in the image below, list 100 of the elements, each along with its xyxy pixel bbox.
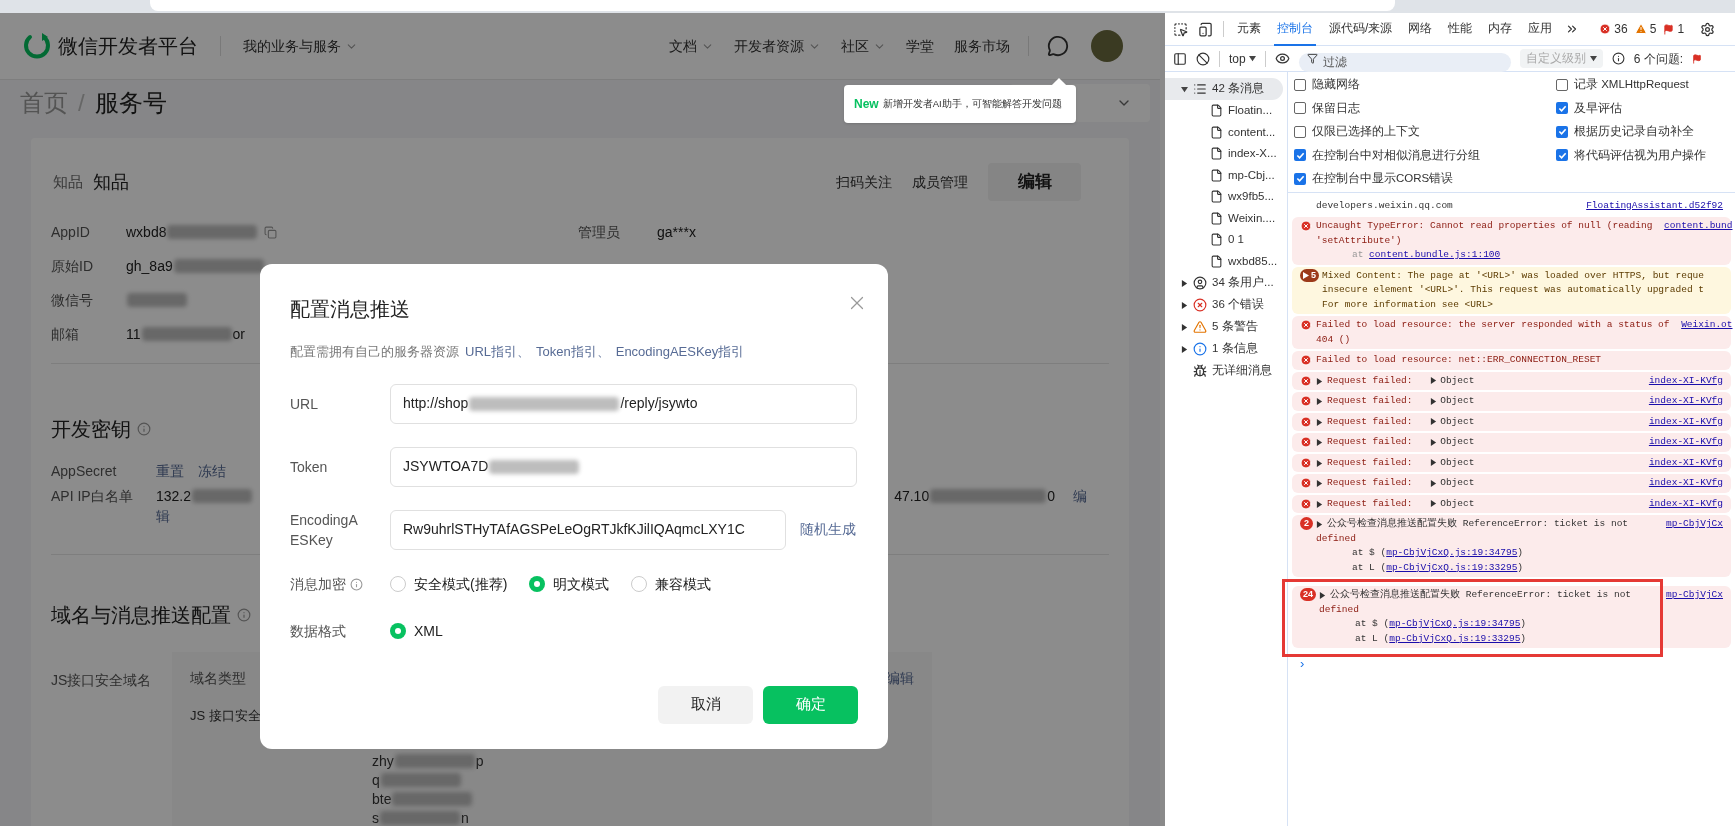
checkbox[interactable] [1294,149,1306,162]
devtools-tab[interactable]: 性能 [1445,13,1476,46]
collapsed-arrow-icon[interactable] [1316,480,1323,487]
radio-button[interactable] [390,576,406,592]
warning-count[interactable]: 5 [1649,20,1657,38]
error-count[interactable]: 36 [1614,20,1628,38]
sidebar-toggle-icon[interactable] [1173,51,1187,66]
expanded-arrow-icon[interactable] [1181,85,1188,93]
radio-button[interactable] [631,576,648,592]
sidebar-item[interactable]: 34 条用户... [1165,272,1283,294]
sidebar-file-item[interactable]: wx9fb5... [1165,186,1287,208]
source-link[interactable]: index-XI-KVfg [1648,414,1723,429]
devtools-tab[interactable]: 元素 [1234,13,1264,46]
guide-link[interactable]: EncodingAESKey指引 [615,342,745,362]
context-select[interactable]: top [1229,49,1256,68]
sidebar-file-item[interactable]: index-X... [1165,143,1287,165]
stack-link[interactable]: mp-CbjVjCxQ.js:19:33295 [1389,631,1521,646]
collapsed-arrow-icon[interactable] [1430,438,1438,446]
info-icon[interactable] [1611,52,1625,65]
collapsed-arrow-icon[interactable] [1181,279,1188,287]
nav-link[interactable]: 开发者资源 [734,35,821,57]
expanded-arrow-icon[interactable] [1248,55,1256,62]
generate-link[interactable]: 随机生成 [800,519,856,540]
input-field[interactable]: JSYWTOA7D [390,446,857,487]
collapsed-arrow-icon[interactable] [1316,521,1323,528]
source-link[interactable]: index-XI-KVfg [1648,394,1723,409]
collapsed-arrow-icon[interactable] [1430,418,1438,426]
avatar[interactable] [1091,30,1123,62]
settings-icon[interactable] [1700,21,1716,37]
nav-link[interactable]: 文档 [669,35,714,57]
edit-link[interactable]: 辑 [156,506,254,526]
collapsed-arrow-icon[interactable] [1430,479,1438,487]
secret-action-link[interactable]: 重置 [156,460,184,482]
device-icon[interactable] [1198,21,1213,37]
sidebar-file-item[interactable]: 0 1 [1165,229,1287,251]
filter-field[interactable]: 过滤 [1298,52,1511,72]
radio-button[interactable] [390,623,406,639]
nav-link[interactable]: 服务市场 [954,35,1010,57]
input-field[interactable]: http://shop /reply/jsywto [390,383,857,424]
sidebar-item[interactable]: 5 条警告 [1165,316,1283,338]
collapsed-arrow-icon[interactable] [1181,301,1188,309]
source-link[interactable]: FloatingAssistant.d52f92 [1586,198,1723,213]
collapsed-arrow-icon[interactable] [1316,418,1323,426]
source-link[interactable]: content.bund [1664,219,1733,234]
object-text[interactable]: Object [1440,496,1475,511]
checkbox[interactable] [1556,125,1568,138]
sidebar-file-item[interactable]: wxbd85... [1165,250,1287,272]
checkbox[interactable] [1294,102,1306,115]
stack-link[interactable]: content.bundle.js:1:100 [1369,248,1501,263]
business-menu[interactable]: 我的业务与服务 [243,35,358,57]
expanded-arrow-icon[interactable] [1589,55,1597,62]
collapsed-arrow-icon[interactable] [1430,397,1438,405]
guide-link[interactable]: URL指引、 [465,342,530,362]
devtools-tab[interactable]: 网络 [1405,13,1436,46]
collapsed-arrow-icon[interactable] [1316,459,1323,467]
source-link[interactable]: index-XI-KVfg [1648,496,1723,511]
collapsed-arrow-icon[interactable] [1316,377,1323,385]
stack-link[interactable]: mp-CbjVjCxQ.js:19:33295 [1386,560,1518,575]
clear-icon[interactable] [1196,51,1210,66]
nav-link[interactable]: 学堂 [906,35,934,57]
sidebar-file-item[interactable]: mp-Cbj... [1165,164,1287,186]
devtools-tab[interactable]: 控制台 [1274,13,1316,46]
checkbox[interactable] [1556,102,1568,115]
source-link[interactable]: index-XI-KVfg [1648,435,1723,450]
inspect-icon[interactable] [1173,21,1188,37]
eye-icon[interactable] [1274,51,1290,66]
object-text[interactable]: Object [1440,414,1475,429]
devtools-tab[interactable]: 内存 [1485,13,1516,46]
sidebar-file-item[interactable]: Floatin... [1165,100,1287,122]
input-field[interactable]: Rw9uhrlSTHyTAfAGSPeLeOgRTJkfKJilIQAqmcLXY1C [390,509,786,550]
collapsed-arrow-icon[interactable] [1430,377,1438,385]
checkbox[interactable] [1556,149,1568,162]
checkbox[interactable] [1556,78,1568,91]
chat-icon[interactable] [1047,35,1069,57]
object-text[interactable]: Object [1440,435,1475,450]
object-text[interactable]: Object [1440,373,1475,388]
account-action-link[interactable]: 成员管理 [912,171,968,193]
collapsed-arrow-icon[interactable] [1430,459,1438,467]
cancel-button[interactable]: 取消 [658,685,753,724]
issues-label[interactable]: 6 个问题: [1633,49,1684,68]
devtools-tab[interactable]: 应用 [1525,13,1556,46]
account-action-link[interactable]: 扫码关注 [836,171,892,193]
stack-link[interactable]: mp-CbjVjCxQ.js:19:34795 [1389,617,1521,632]
console-prompt[interactable]: › [1288,654,1305,674]
sidebar-item[interactable]: 无详细消息 [1165,360,1283,382]
collapsed-arrow-icon[interactable] [1316,398,1323,405]
source-link[interactable]: index-XI-KVfg [1648,455,1723,470]
devtools-tab[interactable]: 源代码/来源 [1326,13,1396,46]
edit-link[interactable]: 编 [1073,486,1087,506]
collapsed-arrow-icon[interactable] [1316,500,1323,508]
radio-button[interactable] [529,576,546,592]
edit-button[interactable]: 编辑 [988,163,1081,201]
source-link[interactable]: index-XI-KVfg [1648,373,1723,388]
collapsed-arrow-icon[interactable] [1316,439,1323,446]
object-text[interactable]: Object [1440,394,1475,409]
sidebar-item[interactable]: 36 个错误 [1165,294,1283,316]
collapsed-arrow-icon[interactable] [1430,500,1438,508]
object-text[interactable]: Object [1440,455,1475,470]
issue-count[interactable]: 1 [1677,20,1685,38]
source-link[interactable]: mp-CbjVjCx [1666,517,1723,532]
